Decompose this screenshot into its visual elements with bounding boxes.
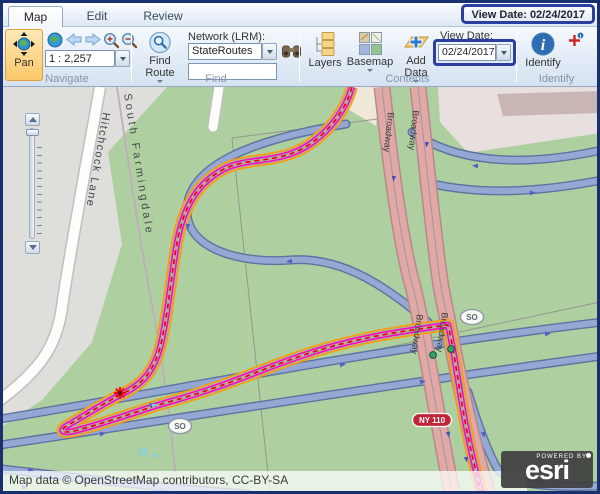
scale-combobox[interactable]	[45, 50, 115, 67]
identify-button-label: Identify	[525, 57, 560, 69]
tab-bar: Map Edit Review View Date: 02/24/2017	[3, 3, 597, 27]
tab-map-label: Map	[24, 10, 47, 24]
ny110-shield: NY 110	[413, 414, 452, 427]
tab-review-label: Review	[143, 9, 182, 23]
network-combobox-value: StateRoutes	[192, 45, 253, 57]
view-date-annotation: View Date: 02/24/2017	[461, 4, 595, 24]
arrow-right-icon	[85, 32, 101, 47]
pan-button-label: Pan	[14, 57, 34, 69]
map-canvas[interactable]: 32 SO SO NY 110	[3, 87, 597, 491]
find-route-icon	[147, 31, 173, 54]
map-attribution: Map data © OpenStreetMap contributors, C…	[3, 471, 527, 491]
tab-review[interactable]: Review	[130, 6, 196, 27]
caret-down-icon	[267, 50, 273, 54]
zoom-in-button[interactable]	[103, 32, 120, 49]
measure-mark-label: 32	[138, 447, 148, 457]
basemap-button-label: Basemap	[347, 56, 393, 68]
full-extent-button[interactable]	[47, 32, 64, 49]
esri-logo: POWERED BY esri	[501, 451, 593, 488]
view-date-dropdown-button[interactable]	[496, 44, 511, 61]
contents-group-label: Contents	[301, 73, 514, 85]
identify-icon: i	[531, 32, 555, 56]
scale-dropdown-button[interactable]	[115, 50, 130, 67]
layers-icon	[313, 32, 337, 56]
zoom-in-icon	[103, 32, 120, 49]
tab-edit-label: Edit	[87, 9, 108, 23]
globe-icon	[47, 32, 63, 48]
parkway-shield: SO	[461, 310, 484, 325]
triangle-down-icon	[29, 245, 37, 250]
app-window: Map Edit Review View Date: 02/24/2017 Pa…	[0, 0, 600, 494]
tab-map[interactable]: Map	[8, 6, 63, 27]
arrow-left-icon	[66, 32, 82, 47]
tab-edit[interactable]: Edit	[67, 6, 127, 27]
parkway-shield: SO	[169, 419, 192, 434]
caret-down-icon	[367, 69, 373, 72]
svg-text:i: i	[541, 37, 546, 54]
add-data-icon	[403, 32, 430, 54]
contents-group-text: Contents	[385, 73, 429, 85]
parkway-shield-label: SO	[466, 313, 478, 322]
basemap: 32 SO SO NY 110	[3, 87, 597, 491]
identify-route-icon: i	[568, 32, 585, 48]
building	[497, 91, 597, 116]
identify-group-text: Identify	[539, 73, 574, 85]
network-lrm-text: Network (LRM):	[188, 31, 265, 43]
caret-down-icon	[120, 57, 126, 61]
pan-icon	[13, 32, 35, 56]
group-divider	[299, 30, 300, 82]
basemap-icon	[359, 32, 382, 55]
view-date-annotation-text: View Date: 02/24/2017	[471, 9, 585, 21]
find-group-text: Find	[205, 73, 226, 85]
zoom-slider-up-button[interactable]	[25, 113, 40, 126]
previous-extent-button[interactable]	[66, 32, 83, 49]
ribbon: Pan	[3, 27, 597, 87]
network-lrm-label: Network (LRM):	[188, 31, 265, 43]
group-divider	[131, 30, 132, 82]
zoom-slider[interactable]	[25, 113, 43, 255]
triangle-up-icon	[29, 117, 37, 122]
layers-button-label: Layers	[308, 57, 341, 69]
map-attribution-text: Map data © OpenStreetMap contributors, C…	[9, 473, 288, 487]
navigate-group-text: Navigate	[45, 73, 88, 85]
esri-brand-text: esri	[501, 457, 593, 484]
zoom-slider-ticks	[37, 147, 42, 240]
next-extent-button[interactable]	[85, 32, 102, 49]
ny110-shield-label: NY 110	[419, 416, 446, 425]
network-combobox[interactable]: StateRoutes	[188, 43, 262, 60]
navigate-group-label: Navigate	[3, 73, 131, 85]
view-date-value: 02/24/2017	[442, 46, 495, 58]
zoom-slider-down-button[interactable]	[25, 241, 40, 254]
identify-route-button[interactable]: i	[568, 32, 585, 49]
find-group-label: Find	[133, 73, 299, 85]
identify-group-label: Identify	[516, 73, 597, 85]
caret-down-icon	[501, 51, 507, 55]
parkway-shield-label: SO	[174, 422, 186, 431]
view-date-combobox[interactable]: 02/24/2017	[438, 44, 496, 61]
zoom-slider-track[interactable]	[29, 128, 35, 239]
zoom-slider-thumb[interactable]	[26, 129, 39, 136]
network-dropdown-button[interactable]	[262, 43, 277, 60]
